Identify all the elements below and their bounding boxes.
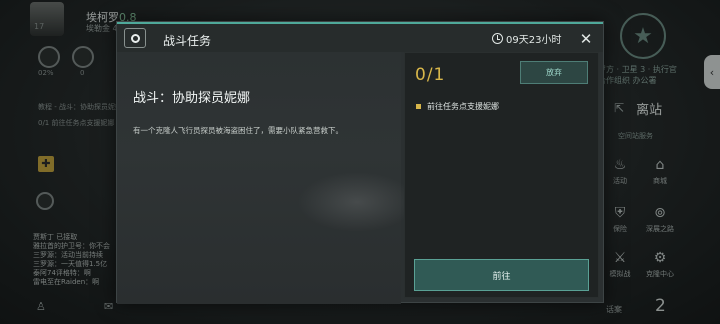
- dialog-header: 战斗任务 09天23小时 ✕: [117, 22, 603, 52]
- mission-description: 有一个克隆人飞行员探员被海盗困住了，需要小队紧急营救下。: [133, 126, 343, 135]
- objective-bullet-icon: [416, 104, 421, 109]
- go-button[interactable]: 前往: [414, 259, 589, 291]
- abandon-button[interactable]: 放弃: [520, 61, 588, 84]
- mission-type-icon: [124, 28, 146, 48]
- objective-item: 前往任务点支援妮娜: [416, 101, 499, 112]
- timer-text: 09天23小时: [506, 35, 562, 46]
- mission-progress: 0/1: [415, 65, 446, 85]
- dialog-title: 战斗任务: [163, 34, 212, 48]
- objective-text: 前往任务点支援妮娜: [427, 102, 499, 111]
- mission-title: 战斗：协助探员妮娜: [133, 91, 251, 106]
- combat-mission-dialog: 战斗任务 09天23小时 ✕ 战斗：协助探员妮娜 有一个克隆人飞行员探员被海盗困…: [116, 21, 604, 304]
- mission-objective-panel: 0/1 放弃 前往任务点支援妮娜 前往: [404, 52, 599, 298]
- background-ship-silhouette: [297, 172, 417, 232]
- mission-description-panel: 战斗：协助探员妮娜 有一个克隆人飞行员探员被海盗困住了，需要小队紧急营救下。: [117, 52, 417, 304]
- clock-icon: [492, 33, 503, 44]
- close-button[interactable]: ✕: [575, 28, 597, 50]
- mission-timer: 09天23小时: [492, 31, 561, 46]
- close-icon: ✕: [579, 30, 593, 48]
